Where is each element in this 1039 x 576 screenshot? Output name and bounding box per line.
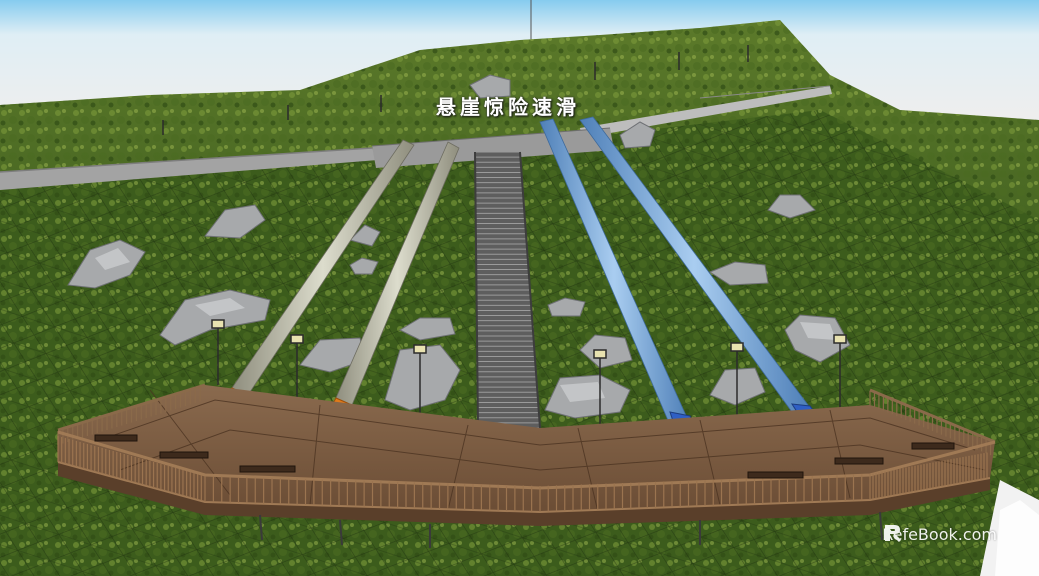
watermark: RefeBook.com	[882, 522, 997, 546]
scene-3d-render: 悬崖惊险速滑 RefeBook.com	[0, 0, 1039, 576]
relebook-logo-icon	[885, 525, 902, 543]
attraction-sign: 悬崖惊险速滑	[436, 95, 580, 119]
render-illustration	[0, 0, 1039, 576]
